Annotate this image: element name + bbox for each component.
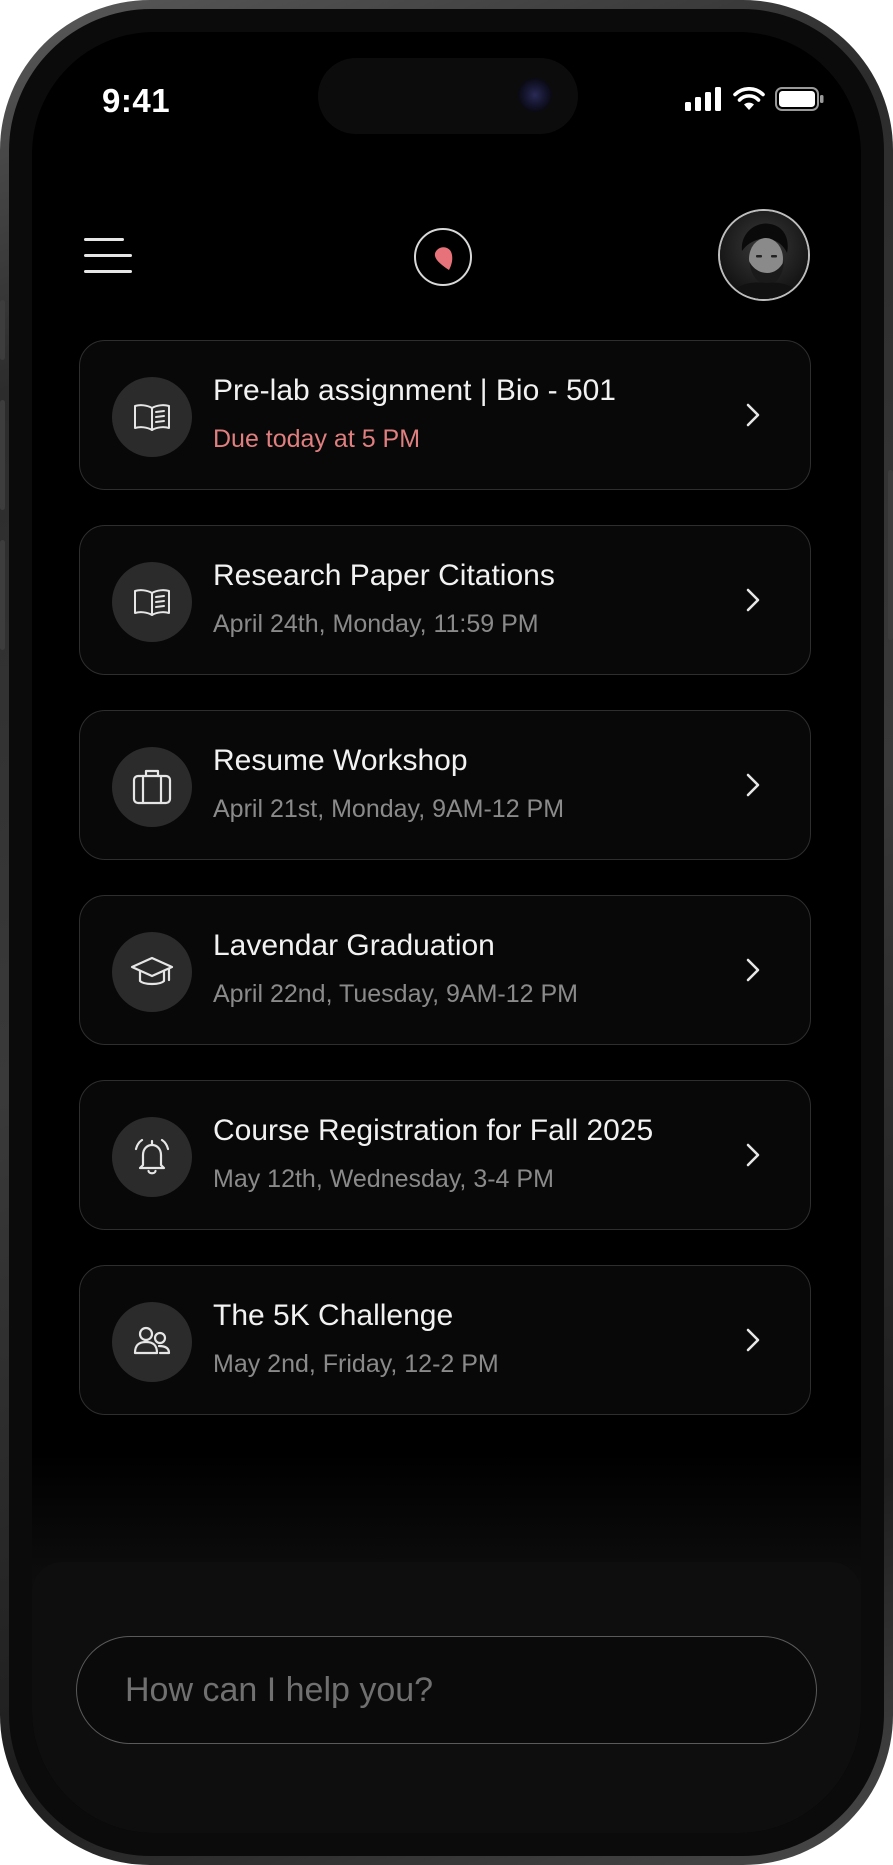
card-icon-container bbox=[112, 1302, 192, 1382]
task-list: Pre-lab assignment | Bio - 501 Due today… bbox=[79, 340, 811, 1450]
front-camera bbox=[518, 78, 552, 112]
volume-up-button bbox=[0, 400, 5, 510]
task-title: Resume Workshop bbox=[213, 744, 468, 777]
briefcase-icon bbox=[132, 769, 172, 805]
task-title: Course Registration for Fall 2025 bbox=[213, 1114, 654, 1147]
app-header bbox=[32, 182, 861, 302]
volume-down-button bbox=[0, 540, 5, 650]
task-title: The 5K Challenge bbox=[213, 1299, 454, 1332]
task-card[interactable]: Research Paper Citations April 24th, Mon… bbox=[79, 525, 811, 675]
task-due: Due today at 5 PM bbox=[213, 425, 421, 453]
cellular-signal-icon bbox=[685, 87, 721, 111]
task-date: April 22nd, Tuesday, 9AM-12 PM bbox=[213, 980, 578, 1008]
open-book-icon bbox=[134, 589, 170, 616]
task-card[interactable]: Course Registration for Fall 2025 May 12… bbox=[79, 1080, 811, 1230]
chat-input[interactable] bbox=[76, 1636, 817, 1744]
task-card[interactable]: Pre-lab assignment | Bio - 501 Due today… bbox=[79, 340, 811, 490]
card-icon-container bbox=[112, 1117, 192, 1197]
task-date: April 21st, Monday, 9AM-12 PM bbox=[213, 795, 565, 823]
action-button bbox=[0, 300, 5, 360]
status-icons bbox=[685, 84, 825, 114]
graduation-cap-icon bbox=[130, 956, 174, 986]
task-card[interactable]: Lavendar Graduation April 22nd, Tuesday,… bbox=[79, 895, 811, 1045]
status-time: 9:41 bbox=[102, 82, 171, 119]
task-date: May 12th, Wednesday, 3-4 PM bbox=[213, 1165, 554, 1193]
chevron-right-icon bbox=[746, 1143, 760, 1167]
battery-icon bbox=[775, 87, 824, 111]
card-icon-container bbox=[112, 747, 192, 827]
task-title: Pre-lab assignment | Bio - 501 bbox=[213, 374, 616, 407]
wifi-icon bbox=[733, 87, 765, 110]
chevron-right-icon bbox=[746, 403, 760, 427]
task-date: April 24th, Monday, 11:59 PM bbox=[213, 610, 539, 638]
task-date: May 2nd, Friday, 12-2 PM bbox=[213, 1350, 499, 1378]
user-avatar[interactable] bbox=[718, 209, 810, 301]
power-button bbox=[888, 470, 893, 640]
status-bar: 9:41 bbox=[32, 32, 861, 152]
task-card[interactable]: The 5K Challenge May 2nd, Friday, 12-2 P… bbox=[79, 1265, 811, 1415]
task-title: Research Paper Citations bbox=[213, 559, 555, 592]
petal-logo-icon[interactable] bbox=[414, 228, 472, 286]
task-title: Lavendar Graduation bbox=[213, 929, 495, 962]
task-card[interactable]: Resume Workshop April 21st, Monday, 9AM-… bbox=[79, 710, 811, 860]
dynamic-island bbox=[318, 58, 578, 134]
card-icon-container bbox=[112, 377, 192, 457]
group-icon bbox=[133, 1326, 171, 1355]
chevron-right-icon bbox=[746, 588, 760, 612]
chevron-right-icon bbox=[746, 1328, 760, 1352]
chevron-right-icon bbox=[746, 958, 760, 982]
hamburger-menu-icon[interactable] bbox=[84, 232, 136, 280]
chevron-right-icon bbox=[746, 773, 760, 797]
open-book-icon bbox=[134, 404, 170, 431]
screen: 9:41 Pre-lab assignment | Bio - 501 Due … bbox=[32, 32, 861, 1833]
card-icon-container bbox=[112, 562, 192, 642]
card-icon-container bbox=[112, 932, 192, 1012]
phone-frame: 9:41 Pre-lab assignment | Bio - 501 Due … bbox=[0, 0, 893, 1865]
alarm-bell-icon bbox=[134, 1138, 170, 1175]
